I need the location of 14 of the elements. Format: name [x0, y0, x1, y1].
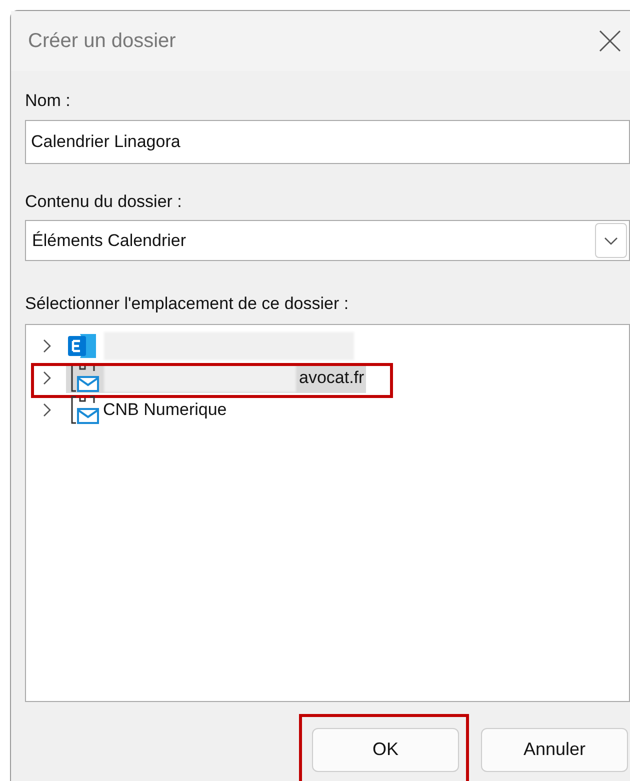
- dialog-button[interactable]: Annuler: [481, 728, 628, 772]
- chevron-right-icon[interactable]: [42, 370, 52, 386]
- name-input-field[interactable]: Calendrier Linagora: [25, 120, 630, 164]
- field-label: Contenu du dossier :: [25, 190, 183, 212]
- tree-item[interactable]: [66, 330, 356, 360]
- field-label: Nom :: [25, 90, 72, 112]
- close-icon[interactable]: [598, 29, 622, 53]
- window-title: Créer un dossier: [28, 29, 176, 54]
- field-label: Sélectionner l'emplacement de ce dossier :: [25, 293, 350, 315]
- content-type-dropdown[interactable]: Éléments Calendrier: [25, 220, 630, 261]
- tree-item[interactable]: CNB Numerique: [66, 394, 229, 424]
- dialog-button[interactable]: OK: [312, 728, 459, 772]
- chevron-right-icon[interactable]: [42, 338, 52, 354]
- chevron-right-icon[interactable]: [42, 402, 52, 418]
